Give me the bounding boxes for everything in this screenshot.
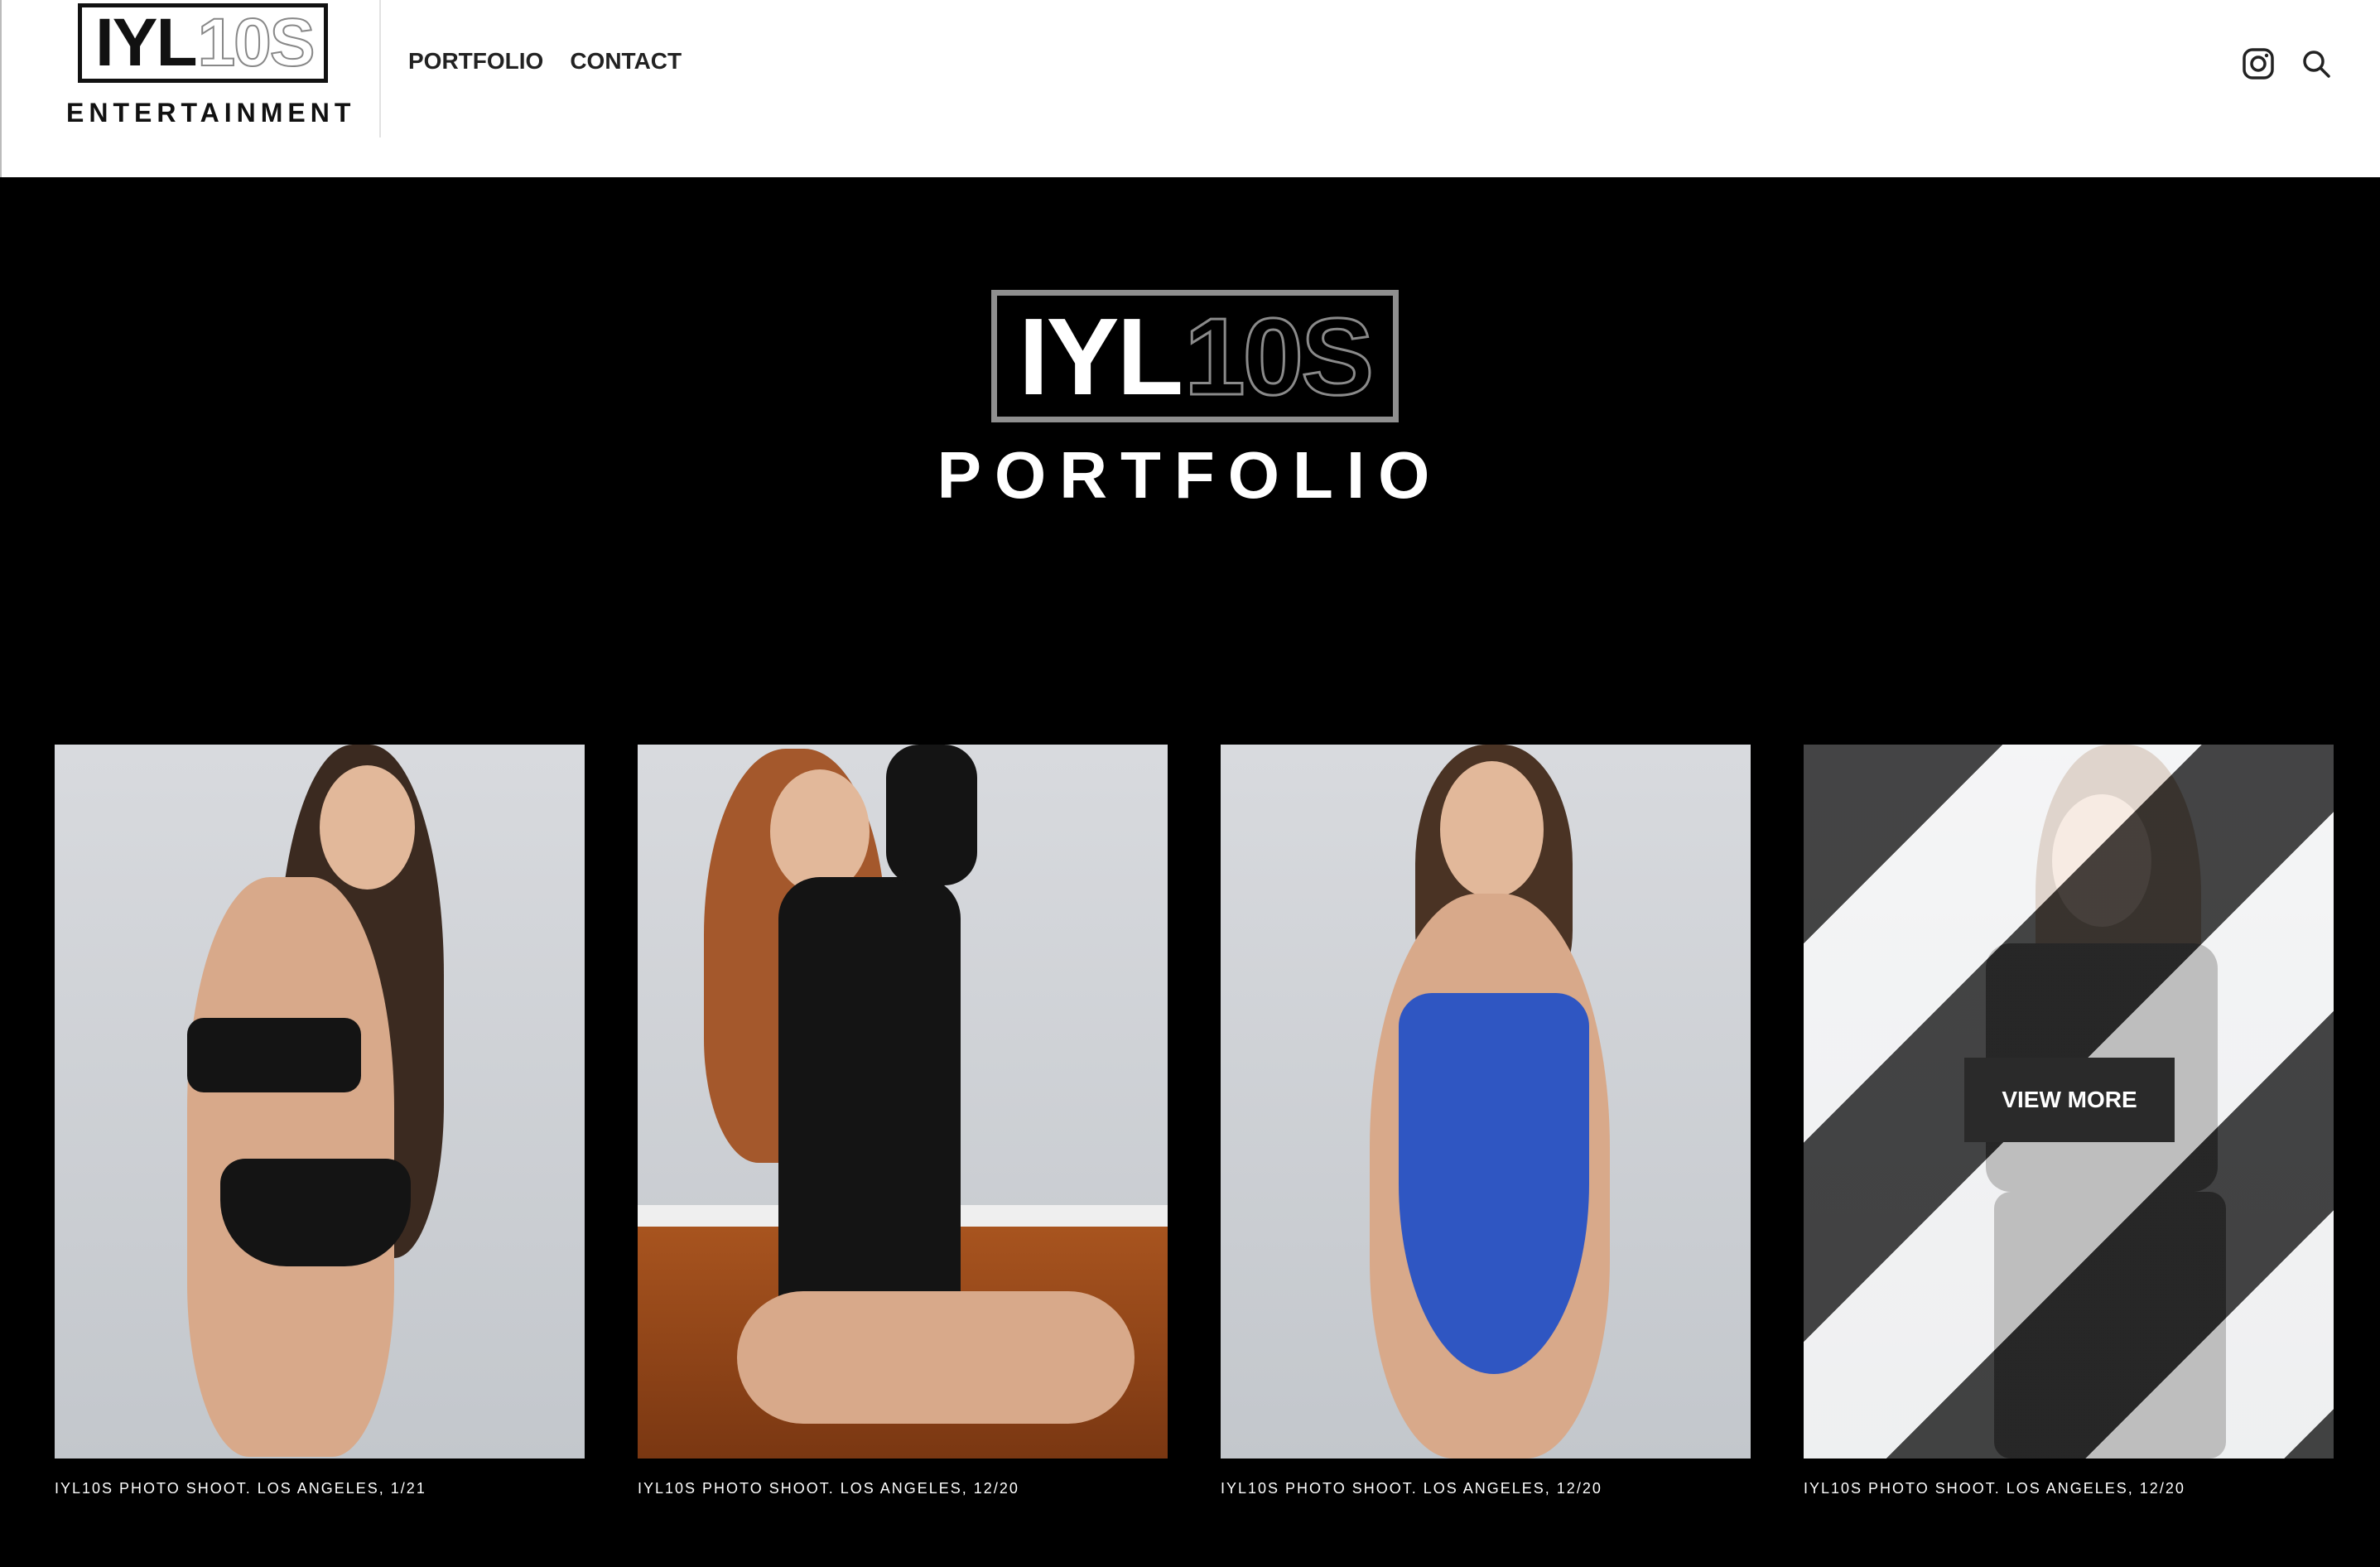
logo-subtitle: ENTERTAINMENT bbox=[66, 98, 356, 128]
gallery-caption: IYL10S PHOTO SHOOT. LOS ANGELES, 12/20 bbox=[1221, 1480, 1602, 1497]
photo-bottom bbox=[220, 1159, 411, 1266]
gallery-thumbnail[interactable] bbox=[55, 745, 585, 1459]
nav-portfolio[interactable]: PORTFOLIO bbox=[408, 48, 543, 75]
logo-mark: IYL 10S bbox=[78, 3, 328, 83]
hero-logo: IYL 10S bbox=[991, 290, 1399, 422]
logo-mark-outline: 10S bbox=[197, 4, 316, 81]
gallery-caption: IYL10S PHOTO SHOOT. LOS ANGELES, 12/20 bbox=[638, 1480, 1019, 1497]
gallery-thumbnail[interactable] bbox=[638, 745, 1168, 1459]
photo-head bbox=[1440, 761, 1544, 898]
gallery-item: IYL10S PHOTO SHOOT. LOS ANGELES, 12/20 bbox=[1221, 745, 1751, 1497]
gallery-caption: IYL10S PHOTO SHOOT. LOS ANGELES, 12/20 bbox=[1804, 1480, 2185, 1497]
search-icon[interactable] bbox=[2299, 46, 2334, 81]
photo-swimsuit bbox=[1399, 993, 1589, 1374]
instagram-icon[interactable] bbox=[2241, 46, 2276, 81]
gallery-thumbnail[interactable]: VIEW MORE bbox=[1804, 745, 2334, 1459]
site-header: IYL 10S ENTERTAINMENT PORTFOLIO CONTACT bbox=[0, 0, 2380, 177]
site-logo[interactable]: IYL 10S ENTERTAINMENT bbox=[66, 0, 356, 133]
header-divider bbox=[379, 0, 381, 137]
hero-logo-solid: IYL bbox=[1018, 295, 1183, 417]
photo-head bbox=[770, 769, 870, 894]
gallery-item: VIEW MORE IYL10S PHOTO SHOOT. LOS ANGELE… bbox=[1804, 745, 2334, 1497]
page-title: PORTFOLIO bbox=[937, 438, 1443, 512]
view-more-button[interactable]: VIEW MORE bbox=[1964, 1058, 2175, 1142]
main-nav: PORTFOLIO CONTACT bbox=[408, 48, 682, 75]
logo-mark-solid: IYL bbox=[95, 5, 198, 80]
photo-top bbox=[187, 1018, 361, 1092]
photo-head bbox=[320, 765, 415, 890]
nav-contact[interactable]: CONTACT bbox=[570, 48, 682, 75]
gallery-thumbnail[interactable] bbox=[1221, 745, 1751, 1459]
photo-top bbox=[778, 877, 961, 1341]
photo-arm bbox=[886, 745, 977, 885]
gallery-item: IYL10S PHOTO SHOOT. LOS ANGELES, 1/21 bbox=[55, 745, 585, 1497]
gallery-item: IYL10S PHOTO SHOOT. LOS ANGELES, 12/20 bbox=[638, 745, 1168, 1497]
gallery-caption: IYL10S PHOTO SHOOT. LOS ANGELES, 1/21 bbox=[55, 1480, 426, 1497]
header-icons bbox=[2241, 46, 2334, 81]
photo-legs bbox=[737, 1291, 1135, 1424]
hero-logo-outline: 10S bbox=[1183, 294, 1375, 418]
